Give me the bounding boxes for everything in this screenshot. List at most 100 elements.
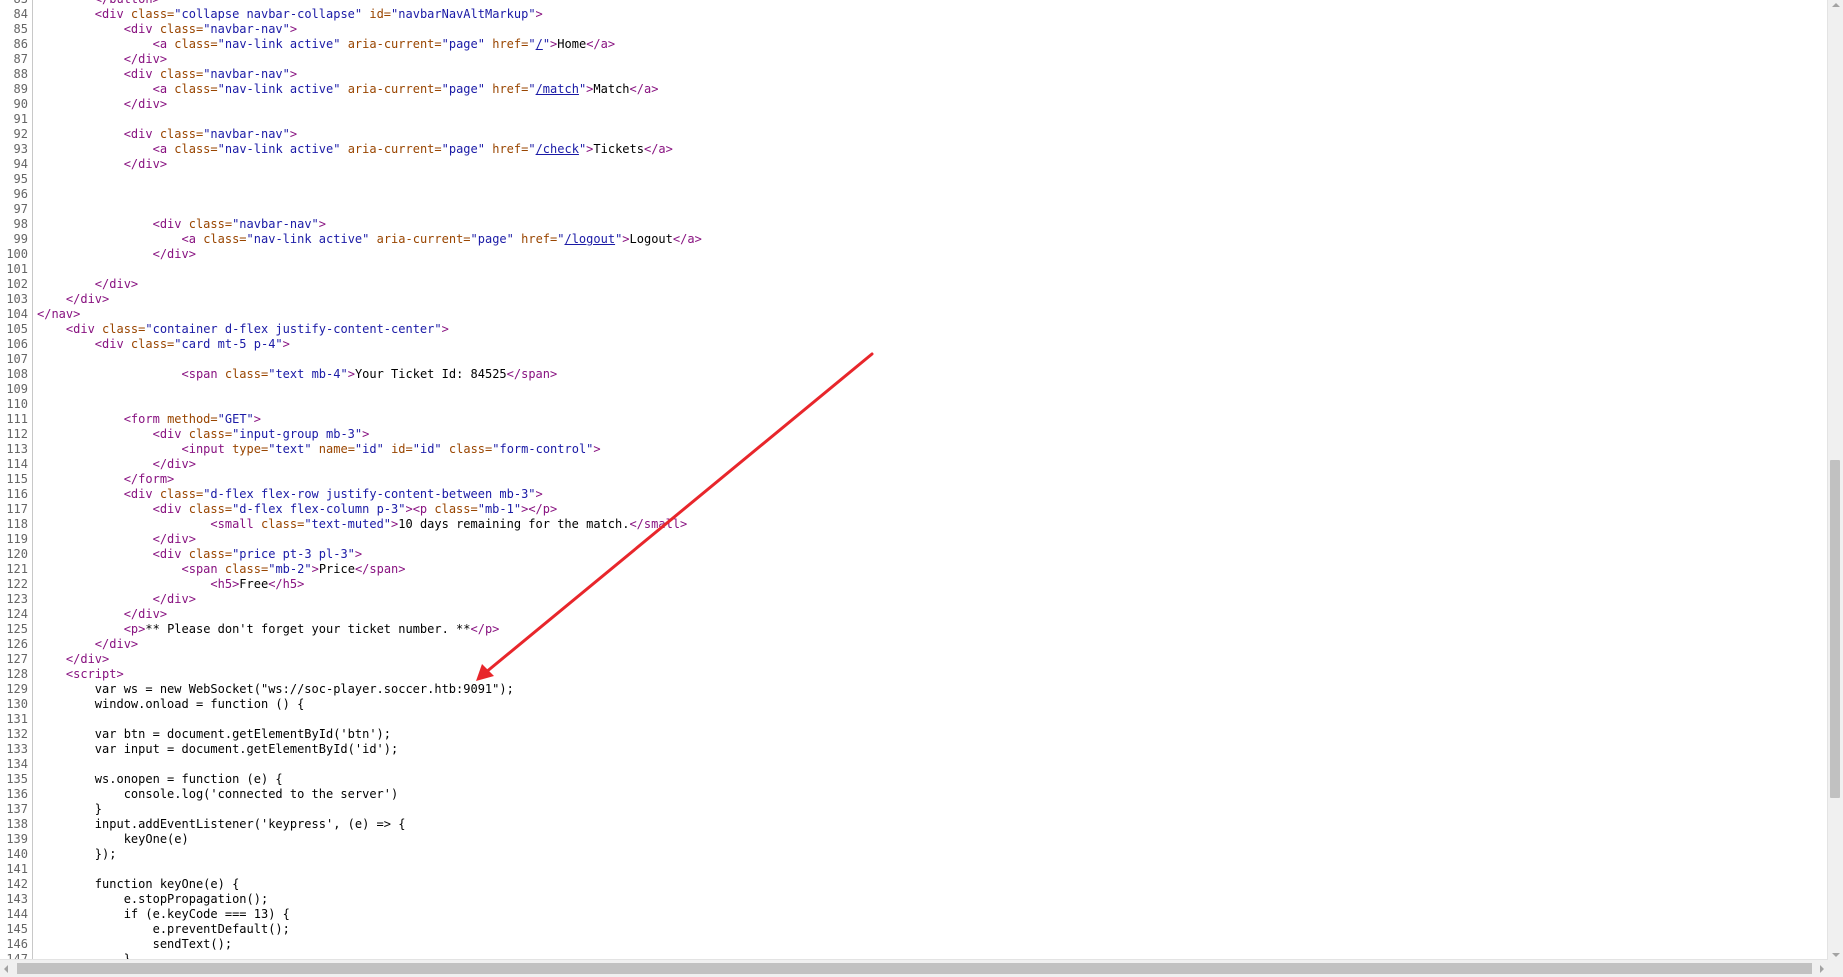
- line-code: <div class="price pt-3 pl-3">: [33, 547, 363, 562]
- line-number: 90: [0, 97, 33, 112]
- line-number: 105: [0, 322, 33, 337]
- source-viewer[interactable]: 83 </button>84 <div class="collapse navb…: [0, 0, 1828, 960]
- line-number: 128: [0, 667, 33, 682]
- line-code: var btn = document.getElementById('btn')…: [33, 727, 391, 742]
- source-line: 111 <form method="GET">: [0, 412, 1828, 427]
- line-number: 93: [0, 142, 33, 157]
- line-number: 94: [0, 157, 33, 172]
- line-code: </div>: [33, 247, 196, 262]
- code-token: "GET": [217, 412, 254, 426]
- code-token: >: [535, 7, 543, 21]
- code-token: "mb-1": [477, 502, 522, 516]
- code-token: aria-current=: [347, 37, 442, 51]
- source-line: 145 e.preventDefault();: [0, 922, 1828, 937]
- line-number: 120: [0, 547, 33, 562]
- scroll-up-arrow-icon[interactable]: [1832, 3, 1840, 7]
- line-code: <input type="text" name="id" id="id" cla…: [33, 442, 601, 457]
- source-line: 138 input.addEventListener('keypress', (…: [0, 817, 1828, 832]
- code-token: id=: [391, 442, 413, 456]
- line-number: 127: [0, 652, 33, 667]
- source-line: 127 </div>: [0, 652, 1828, 667]
- code-token: >: [318, 217, 327, 231]
- code-token: >: [311, 562, 319, 576]
- code-token: class=: [188, 547, 233, 561]
- code-token: <div: [123, 487, 160, 501]
- source-line: 86 <a class="nav-link active" aria-curre…: [0, 37, 1828, 52]
- line-code: <a class="nav-link active" aria-current=…: [33, 82, 659, 97]
- source-link[interactable]: /logout: [564, 232, 615, 246]
- code-token: aria-current=: [347, 142, 442, 156]
- code-token: Your Ticket Id: 84525: [354, 367, 507, 381]
- source-line: 118 <small class="text-muted">10 days re…: [0, 517, 1828, 532]
- source-line: 114 </div>: [0, 457, 1828, 472]
- line-number: 124: [0, 607, 33, 622]
- code-token: class=: [260, 517, 305, 531]
- source-line: 94 </div>: [0, 157, 1828, 172]
- code-token: method=: [167, 412, 218, 426]
- source-link[interactable]: /check: [536, 142, 579, 156]
- source-link[interactable]: /match: [536, 82, 579, 96]
- line-number: 87: [0, 52, 33, 67]
- code-token: <div: [123, 22, 160, 36]
- line-code: e.preventDefault();: [33, 922, 290, 937]
- code-token: </div>: [123, 97, 168, 111]
- scroll-left-arrow-icon[interactable]: [4, 965, 8, 973]
- code-token: Logout: [629, 232, 673, 246]
- code-token: </span>: [506, 367, 558, 381]
- line-number: 104: [0, 307, 33, 322]
- code-token: "page": [441, 37, 485, 51]
- code-token: <small: [210, 517, 261, 531]
- horizontal-scrollbar[interactable]: [0, 959, 1828, 977]
- code-token: class=: [224, 562, 269, 576]
- code-token: >: [253, 412, 261, 426]
- line-number: 108: [0, 367, 33, 382]
- line-code: e.stopPropagation();: [33, 892, 269, 907]
- line-number: 140: [0, 847, 33, 862]
- code-token: Free: [239, 577, 269, 591]
- scroll-down-arrow-icon[interactable]: [1832, 953, 1840, 957]
- code-token: "form-control": [492, 442, 594, 456]
- source-line: 85 <div class="navbar-nav">: [0, 22, 1828, 37]
- line-number: 92: [0, 127, 33, 142]
- code-token: "navbarNavAltMarkup": [391, 7, 536, 21]
- horizontal-scroll-thumb[interactable]: [17, 963, 1812, 974]
- code-token: class=: [102, 322, 146, 336]
- code-token: "d-flex flex-column p-3": [232, 502, 406, 516]
- vertical-scroll-thumb[interactable]: [1830, 460, 1840, 798]
- code-token: "navbar-nav": [203, 127, 290, 141]
- code-token: href=: [492, 37, 529, 51]
- source-line: 113 <input type="text" name="id" id="id"…: [0, 442, 1828, 457]
- code-token: e.stopPropagation();: [37, 892, 269, 906]
- line-number: 91: [0, 112, 33, 127]
- line-code: <div class="navbar-nav">: [33, 217, 326, 232]
- line-code: var ws = new WebSocket("ws://soc-player.…: [33, 682, 514, 697]
- vertical-scrollbar[interactable]: [1827, 0, 1843, 960]
- code-token: href=: [521, 232, 558, 246]
- code-token: "page": [441, 82, 485, 96]
- scroll-right-arrow-icon[interactable]: [1820, 965, 1824, 973]
- source-line: 96: [0, 187, 1828, 202]
- source-line: 139 keyOne(e): [0, 832, 1828, 847]
- source-line: 119 </div>: [0, 532, 1828, 547]
- line-code: <p>** Please don't forget your ticket nu…: [33, 622, 500, 637]
- source-line: 104 </nav>: [0, 307, 1828, 322]
- code-token: "id": [354, 442, 384, 456]
- code-token: class=: [188, 217, 233, 231]
- line-number: 131: [0, 712, 33, 727]
- source-link[interactable]: /: [536, 37, 543, 51]
- source-line: 129 var ws = new WebSocket("ws://soc-pla…: [0, 682, 1828, 697]
- code-token: <div: [65, 322, 103, 336]
